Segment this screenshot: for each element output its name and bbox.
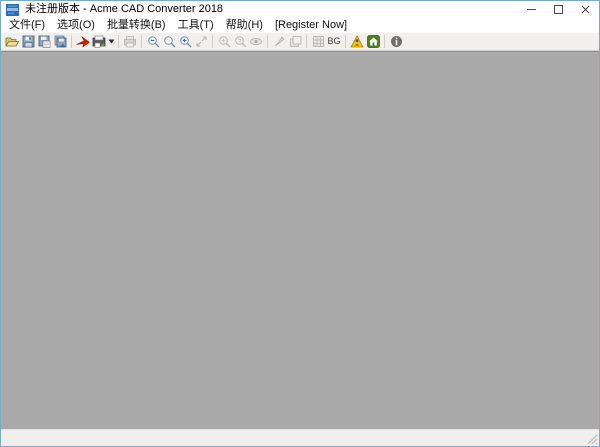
minimize-icon xyxy=(527,9,536,10)
zoom-out-button[interactable] xyxy=(145,34,161,49)
close-button[interactable] xyxy=(572,1,599,18)
zoom-realtime-button[interactable] xyxy=(161,34,177,49)
toolbar-separator xyxy=(267,35,268,48)
menu-help[interactable]: 帮助(H) xyxy=(220,18,269,32)
toolbar-separator xyxy=(141,35,142,48)
zoom-in-icon xyxy=(179,36,191,48)
menu-batch-convert[interactable]: 批量转换(B) xyxy=(101,18,172,32)
toolbar: BG xyxy=(1,32,599,51)
menu-options[interactable]: 选项(O) xyxy=(51,18,101,32)
convert-button[interactable] xyxy=(75,34,91,49)
purchase-warning-icon xyxy=(350,35,364,48)
zoom-extents-icon xyxy=(195,36,207,47)
print-icon xyxy=(124,36,136,48)
zoom-realtime-icon xyxy=(163,36,175,48)
save-as-button[interactable] xyxy=(36,34,52,49)
app-window: 未注册版本 - Acme CAD Converter 2018 文件(F) 选项… xyxy=(0,0,600,447)
status-bar xyxy=(1,429,599,446)
toolbar-separator xyxy=(212,35,213,48)
purchase-button[interactable] xyxy=(349,34,365,49)
window-controls xyxy=(518,1,599,18)
convert-icon xyxy=(76,36,90,48)
maximize-button[interactable] xyxy=(545,1,572,18)
zoom-out-icon xyxy=(147,36,159,48)
close-icon xyxy=(581,5,590,14)
toolbar-separator xyxy=(345,35,346,48)
menu-tools[interactable]: 工具(T) xyxy=(172,18,220,32)
title-bar: 未注册版本 - Acme CAD Converter 2018 xyxy=(1,1,599,18)
window-title: 未注册版本 - Acme CAD Converter 2018 xyxy=(25,3,224,15)
grid-icon xyxy=(312,36,324,47)
zoom-in-button[interactable] xyxy=(177,34,193,49)
app-icon xyxy=(6,3,19,16)
save-as-icon xyxy=(38,35,50,48)
batch-convert-button[interactable] xyxy=(91,34,107,49)
convert-dropdown-button[interactable] xyxy=(107,34,115,49)
view-eye-icon xyxy=(250,38,262,45)
save-all-icon xyxy=(54,35,66,48)
zoom-previous-button xyxy=(232,34,248,49)
layers-button xyxy=(287,34,303,49)
toolbar-separator xyxy=(306,35,307,48)
about-info-icon xyxy=(390,36,402,47)
bg-toggle-label: BG xyxy=(327,36,341,46)
save-all-button[interactable] xyxy=(52,34,68,49)
maximize-icon xyxy=(554,5,563,14)
menu-register-now[interactable]: [Register Now] xyxy=(269,18,353,32)
about-button[interactable] xyxy=(388,34,404,49)
zoom-window-icon xyxy=(218,36,230,48)
home-button[interactable] xyxy=(365,34,381,49)
zoom-previous-icon xyxy=(234,36,246,48)
layers-icon xyxy=(289,36,301,47)
toolbar-separator xyxy=(384,35,385,48)
menu-file[interactable]: 文件(F) xyxy=(3,18,51,32)
batch-convert-icon xyxy=(92,35,106,48)
menu-bar: 文件(F) 选项(O) 批量转换(B) 工具(T) 帮助(H) [Registe… xyxy=(1,18,599,32)
toolbar-separator xyxy=(71,35,72,48)
bg-toggle-button[interactable]: BG xyxy=(326,34,342,49)
open-file-button[interactable] xyxy=(4,34,20,49)
save-icon xyxy=(22,35,34,48)
save-button[interactable] xyxy=(20,34,36,49)
zoom-extents-button xyxy=(193,34,209,49)
home-icon xyxy=(366,35,380,48)
grid-button xyxy=(310,34,326,49)
minimize-button[interactable] xyxy=(518,1,545,18)
resize-grip-icon[interactable] xyxy=(586,433,598,445)
zoom-window-button xyxy=(216,34,232,49)
view-eye-button xyxy=(248,34,264,49)
redraw-button xyxy=(271,34,287,49)
redraw-icon xyxy=(274,36,285,47)
drawing-canvas-area xyxy=(1,51,599,429)
convert-dropdown-arrow-icon xyxy=(108,39,114,44)
print-button xyxy=(122,34,138,49)
toolbar-separator xyxy=(118,35,119,48)
open-file-icon xyxy=(5,37,19,47)
